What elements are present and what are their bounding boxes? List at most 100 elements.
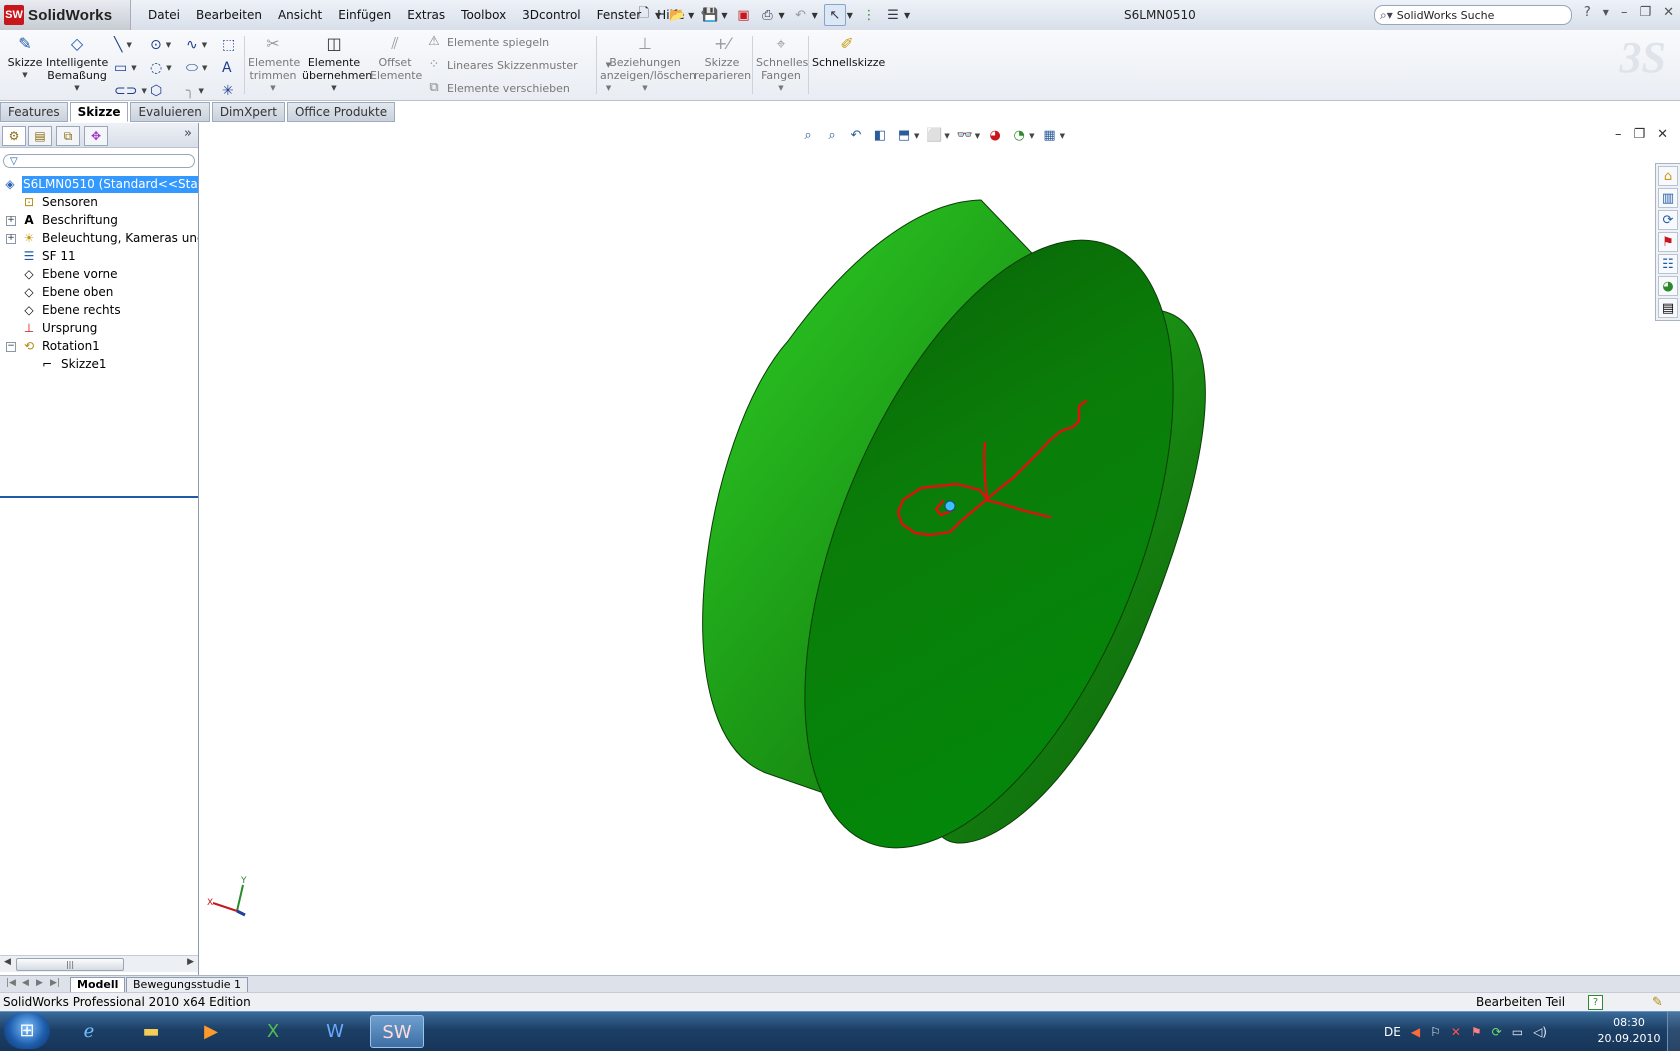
fillet-tool-icon[interactable]: ╮ ▼ — [186, 82, 222, 100]
expand-icon[interactable]: + — [6, 234, 16, 244]
tree-item-sensoren[interactable]: ⊡ Sensoren — [0, 194, 198, 211]
menu-ansicht[interactable]: Ansicht — [270, 8, 330, 22]
tree-item-ursprung[interactable]: ⊥ Ursprung — [0, 320, 198, 337]
schnelles-fangen-button[interactable]: ⌖ Schnelles Fangen ▼ — [756, 32, 808, 95]
tray-arrow-icon[interactable]: ◀ — [1411, 1025, 1420, 1039]
polygon-tool-icon[interactable]: ⬡ — [150, 82, 186, 100]
horizontal-scrollbar[interactable]: ◀ ||| ▶ — [0, 955, 198, 972]
menu-datei[interactable]: Datei — [140, 8, 188, 22]
point-tool-icon[interactable]: ✳ — [222, 82, 234, 100]
schnellskizze-button[interactable]: ✐ Schnellskizze — [812, 32, 885, 69]
configuration-manager-tab-icon[interactable]: ⧉ — [56, 126, 80, 146]
menu-3dcontrol[interactable]: 3Dcontrol — [514, 8, 588, 22]
show-desktop-button[interactable] — [1667, 1012, 1680, 1051]
elemente-uebernehmen-button[interactable]: ◫ Elemente übernehmen ▼ — [302, 32, 372, 95]
internet-explorer-icon[interactable]: ℯ — [62, 1015, 116, 1048]
tree-item-ebene-rechts[interactable]: ◇ Ebene rechts — [0, 302, 198, 319]
tray-update-icon[interactable]: ⚑ — [1471, 1025, 1482, 1039]
expand-panel-icon[interactable]: » — [184, 126, 192, 141]
tab-bewegungsstudie[interactable]: Bewegungsstudie 1 — [126, 977, 249, 993]
elemente-spiegeln-button[interactable]: ⚠ Elemente spiegeln — [426, 34, 549, 50]
graphics-area[interactable]: ⌕ ⌕ ↶ ◧ ⬒ ▼ ⬜ ▼ 👓 ▼ ◕ ◔ ▼ ▦ ▼ – ❐ ✕ ⌂ ▥ ⟳ ⚑ ☷… — [199, 123, 1680, 975]
word-icon[interactable]: W — [308, 1015, 362, 1048]
expand-icon[interactable]: + — [6, 216, 16, 226]
start-button-icon[interactable]: ⊞ — [4, 1013, 50, 1049]
undo-icon[interactable]: ↶ — [791, 5, 811, 25]
tab-office-produkte[interactable]: Office Produkte — [286, 102, 396, 122]
construction-geometry-icon[interactable]: ⬚ — [222, 36, 235, 54]
new-dropdown-icon[interactable]: ▼ — [655, 11, 661, 20]
elemente-trimmen-button[interactable]: ✂ Elemente trimmen ▼ — [248, 32, 300, 95]
collapse-icon[interactable]: − — [6, 342, 16, 352]
search-icon[interactable]: ⌕▾ — [1380, 8, 1393, 23]
menu-einfuegen[interactable]: Einfügen — [330, 8, 399, 22]
tree-item-skizze1[interactable]: ⌐ Skizze1 — [0, 356, 198, 373]
tree-item-ebene-vorne[interactable]: ◇ Ebene vorne — [0, 266, 198, 283]
print-icon[interactable]: ⎙ — [757, 5, 777, 25]
circle-tool-icon[interactable]: ⊙ ▼ — [150, 36, 186, 54]
search-box[interactable]: ⌕▾ SolidWorks Suche — [1374, 5, 1572, 25]
rebuild-traffic-light-icon[interactable]: ⋮ — [859, 5, 879, 25]
network-icon[interactable]: ▭ — [1512, 1025, 1523, 1039]
scroll-right-icon[interactable]: ▶ — [187, 957, 194, 967]
3d-model-viewport[interactable] — [199, 123, 1680, 975]
tab-next-icon[interactable]: ▶ — [36, 978, 43, 988]
offset-elemente-button[interactable]: ⫽ Offset Elemente — [370, 32, 422, 82]
feature-manager-tab-icon[interactable]: ⚙ — [2, 126, 26, 146]
intelligente-bemassung-button[interactable]: ◇ Intelligente Bemaßung ▼ — [46, 32, 108, 95]
tree-item-ebene-oben[interactable]: ◇ Ebene oben — [0, 284, 198, 301]
minimize-icon[interactable]: – — [1621, 5, 1628, 20]
arc-tool-icon[interactable]: ◌ ▼ — [150, 59, 186, 77]
tree-item-beschriftung[interactable]: + A Beschriftung — [0, 212, 198, 229]
tree-item-rotation1[interactable]: − ⟲ Rotation1 — [0, 338, 198, 355]
tray-app-icon[interactable]: ⚐ — [1430, 1025, 1441, 1039]
select-dropdown-icon[interactable]: ▼ — [847, 11, 853, 20]
save-icon[interactable]: 💾 — [700, 5, 720, 25]
menu-bearbeiten[interactable]: Bearbeiten — [188, 8, 270, 22]
slot-tool-icon[interactable]: ⊂⊃ ▼ — [114, 82, 150, 100]
save-dropdown-icon[interactable]: ▼ — [721, 11, 727, 20]
undo-dropdown-icon[interactable]: ▼ — [812, 11, 818, 20]
explorer-folder-icon[interactable]: ▬ — [124, 1015, 178, 1048]
open-folder-icon[interactable]: 📂 — [667, 5, 687, 25]
help-dropdown-icon[interactable]: ▼ — [1603, 8, 1609, 17]
close-icon[interactable]: ✕ — [1663, 5, 1674, 20]
clock[interactable]: 08:30 20.09.2010 — [1596, 1015, 1662, 1047]
scroll-left-icon[interactable]: ◀ — [4, 957, 11, 967]
new-document-icon[interactable]: 🗋 — [634, 5, 654, 25]
scrollbar-thumb[interactable]: ||| — [16, 958, 124, 971]
skizze-reparieren-button[interactable]: +⁄ Skizze reparieren — [694, 32, 751, 82]
language-indicator[interactable]: DE — [1384, 1025, 1401, 1039]
tree-item-beleuchtung[interactable]: + ☀ Beleuchtung, Kameras und Bühne — [0, 230, 198, 247]
lineares-skizzenmuster-button[interactable]: ⁘ Lineares Skizzenmuster ▼ — [426, 57, 612, 73]
rectangle-tool-icon[interactable]: ▭ ▼ — [114, 59, 150, 77]
tab-modell[interactable]: Modell — [70, 977, 126, 993]
help-icon[interactable]: ? — [1584, 5, 1591, 20]
spline-tool-icon[interactable]: ∿ ▼ — [186, 36, 222, 54]
solidworks-taskbar-icon[interactable]: SW — [370, 1015, 424, 1048]
restore-icon[interactable]: ❐ — [1639, 5, 1651, 20]
menu-extras[interactable]: Extras — [399, 8, 453, 22]
line-tool-icon[interactable]: ╲ ▼ — [114, 36, 150, 54]
solidworks-brand[interactable]: SW SolidWorks — [0, 0, 131, 30]
tab-skizze[interactable]: Skizze — [69, 102, 129, 122]
property-manager-tab-icon[interactable]: ▤ — [28, 126, 52, 146]
rollback-bar[interactable] — [0, 496, 198, 498]
tab-features[interactable]: Features — [0, 102, 68, 122]
beziehungen-button[interactable]: ⊥ Beziehungen anzeigen/löschen ▼ — [600, 32, 696, 95]
excel-icon[interactable]: X — [246, 1015, 300, 1048]
tree-item-sf11[interactable]: ☰ SF 11 — [0, 248, 198, 265]
open-dropdown-icon[interactable]: ▼ — [688, 11, 694, 20]
tab-first-icon[interactable]: |◀ — [6, 978, 16, 988]
options-icon[interactable]: ☰ — [883, 5, 903, 25]
options-dropdown-icon[interactable]: ▼ — [904, 11, 910, 20]
rebuild-notification-icon[interactable]: ✎ — [1652, 993, 1663, 1012]
ellipse-tool-icon[interactable]: ⬭ ▼ — [186, 59, 222, 77]
dimxpert-manager-tab-icon[interactable]: ✥ — [84, 126, 108, 146]
tray-security-icon[interactable]: ✕ — [1451, 1025, 1461, 1039]
pdf-icon[interactable]: ▣ — [733, 5, 753, 25]
media-player-icon[interactable]: ▶ — [184, 1015, 238, 1048]
quick-tips-help-icon[interactable]: ? — [1588, 995, 1603, 1010]
tray-sync-icon[interactable]: ⟳ — [1492, 1025, 1502, 1039]
skizze-button[interactable]: ✎ Skizze ▼ — [6, 32, 44, 82]
